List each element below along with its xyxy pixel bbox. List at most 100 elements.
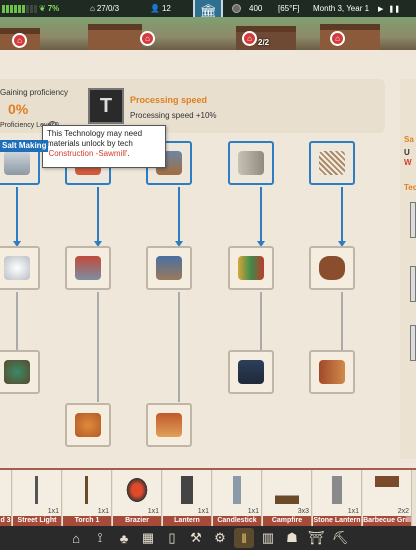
pickaxe-icon[interactable]: ⛏ — [330, 528, 350, 548]
build-item-barbecue-grill[interactable]: 2x2 Barbecue Grill — [363, 470, 412, 526]
build-item-name: Barbecue Grill — [363, 516, 411, 526]
right-panel-label: Sa — [404, 135, 414, 144]
tech-node-pancakes[interactable] — [146, 403, 192, 447]
tech-node-cloth-roll[interactable] — [228, 141, 274, 185]
build-item-street-light[interactable]: 1x1 Street Light — [13, 470, 62, 526]
build-item-lantern[interactable]: 1x1 Lantern — [163, 470, 212, 526]
build-item-size: 1x1 — [247, 508, 259, 515]
build-item-size: 1x1 — [47, 508, 59, 515]
tech-node-clothing[interactable] — [228, 350, 274, 394]
tech-effect: Processing speed +10% — [130, 111, 217, 120]
kitchen-icon — [75, 256, 101, 280]
tree-link — [178, 292, 180, 402]
fence-icon[interactable]: ǁ — [234, 528, 254, 548]
coin-icon — [232, 4, 241, 13]
tooltip-period: . — [127, 149, 130, 158]
build-item-name: Campfire — [263, 516, 311, 526]
tech-node-leather[interactable] — [309, 246, 355, 290]
notification-pin[interactable]: ⌂ — [12, 33, 27, 48]
house-icon: ⌂ — [90, 4, 95, 13]
right-panel-slot[interactable] — [410, 266, 416, 302]
pause-icon[interactable]: ❚❚ — [388, 5, 400, 13]
build-item-torch[interactable]: 1x1 Torch 1 — [63, 470, 112, 526]
tooltip-line-2: materials unlock by tech — [47, 139, 133, 148]
person-icon: 👤 — [150, 4, 160, 13]
build-item-brazier[interactable]: 1x1 Brazier — [113, 470, 162, 526]
lantern-icon — [175, 476, 199, 504]
home-icon[interactable]: ⌂ — [66, 528, 86, 548]
build-item-candlestick[interactable]: 1x1 Candlestick — [213, 470, 262, 526]
tech-tree — [0, 135, 400, 460]
skewer-dish-icon — [75, 413, 101, 437]
population-count: 12 — [161, 4, 171, 13]
tech-node-workshop[interactable] — [146, 246, 192, 290]
tree-link — [341, 292, 343, 350]
tree-link — [16, 292, 18, 350]
tech-node-salt-pile[interactable] — [0, 246, 40, 290]
build-item-name: Brazier — [113, 516, 161, 526]
grid-icon[interactable]: ▦ — [138, 528, 158, 548]
population-readout: 👤 12 — [150, 0, 171, 17]
build-item-size: 1x1 — [147, 508, 159, 515]
tech-tooltip: This Technology may need materials unloc… — [42, 125, 166, 168]
tooltip-tech-name: 'Construction -Sawmill' — [47, 149, 128, 158]
build-item-campfire[interactable]: 3x3 Campfire — [263, 470, 312, 526]
gaining-proficiency-label: Gaining proficiency — [0, 88, 69, 97]
net-icon — [319, 151, 345, 175]
house-sprite — [320, 24, 380, 50]
candlestick-icon — [225, 476, 249, 504]
tech-node-kitchen[interactable] — [65, 246, 111, 290]
build-item-partial[interactable]: d 3 — [0, 470, 12, 526]
coin-readout: 400 — [232, 0, 262, 17]
date-readout: ⌂ 27/0/3 — [90, 0, 119, 17]
build-item-bar: d 3 1x1 Street Light 1x1 Torch 1 1x1 Bra… — [0, 468, 416, 526]
tree-link — [178, 187, 180, 245]
brazier-icon — [125, 476, 149, 504]
village-view[interactable]: ⌂ ⌂ ⌂ ⌂ 2/2 — [0, 17, 416, 50]
gaining-proficiency-value: 0% — [8, 101, 29, 117]
tree-icon[interactable]: ♣ — [114, 528, 134, 548]
right-panel-label: U — [404, 148, 410, 157]
build-item-name: Torch 1 — [63, 516, 111, 526]
hammer-icon[interactable]: ⚙ — [210, 528, 230, 548]
build-item-stone-lantern[interactable]: 1x1 Stone Lantern — [313, 470, 362, 526]
notification-pin[interactable]: ⌂ — [242, 31, 257, 46]
build-item-name: Lantern — [163, 516, 211, 526]
build-item-name: Street Light — [13, 516, 61, 526]
leaf-icon: ❦ — [39, 4, 46, 13]
tree-link — [97, 292, 99, 402]
right-panel-slot[interactable] — [410, 202, 416, 238]
building-icon[interactable]: ▥ — [258, 528, 278, 548]
play-icon[interactable]: ▶ — [378, 5, 383, 13]
gate-icon[interactable]: ⛩ — [306, 528, 326, 548]
tree-link — [260, 292, 262, 350]
tech-node-skewers[interactable] — [65, 403, 111, 447]
right-panel-slot[interactable] — [410, 325, 416, 361]
speed-controls[interactable]: ▶ ❚❚ — [378, 0, 400, 17]
tech-logo-icon: T — [88, 88, 124, 124]
tree-link — [341, 187, 343, 245]
tech-node-salt-bowl[interactable] — [0, 350, 40, 394]
bottom-category-nav: ⌂ ⟟ ♣ ▦ ▯ ⚒ ⚙ ǁ ▥ ☗ ⛩ ⛏ — [0, 526, 416, 550]
right-panel-label: W — [404, 158, 412, 167]
tech-node-net[interactable] — [309, 141, 355, 185]
build-item-size: 2x2 — [397, 508, 409, 515]
tech-node-fabrics[interactable] — [228, 246, 274, 290]
tech-node-log[interactable] — [309, 350, 355, 394]
log-icon — [319, 360, 345, 384]
barbecue-grill-icon — [375, 476, 399, 504]
build-item-size: 3x3 — [297, 508, 309, 515]
salt-bowl-icon — [4, 360, 30, 384]
campfire-icon — [275, 476, 299, 504]
axe-icon[interactable]: ⚒ — [186, 528, 206, 548]
door-icon[interactable]: ▯ — [162, 528, 182, 548]
notification-pin[interactable]: ⌂ — [330, 31, 345, 46]
street-light-icon — [25, 476, 49, 504]
energy-bar — [2, 4, 37, 13]
build-item-name: Candlestick — [213, 516, 261, 526]
tree-link — [97, 187, 99, 245]
tech-icon[interactable]: ☗ — [282, 528, 302, 548]
calendar-readout: Month 3, Year 1 — [313, 0, 369, 17]
notification-pin[interactable]: ⌂ — [140, 31, 155, 46]
carrot-icon[interactable]: ⟟ — [90, 528, 110, 548]
